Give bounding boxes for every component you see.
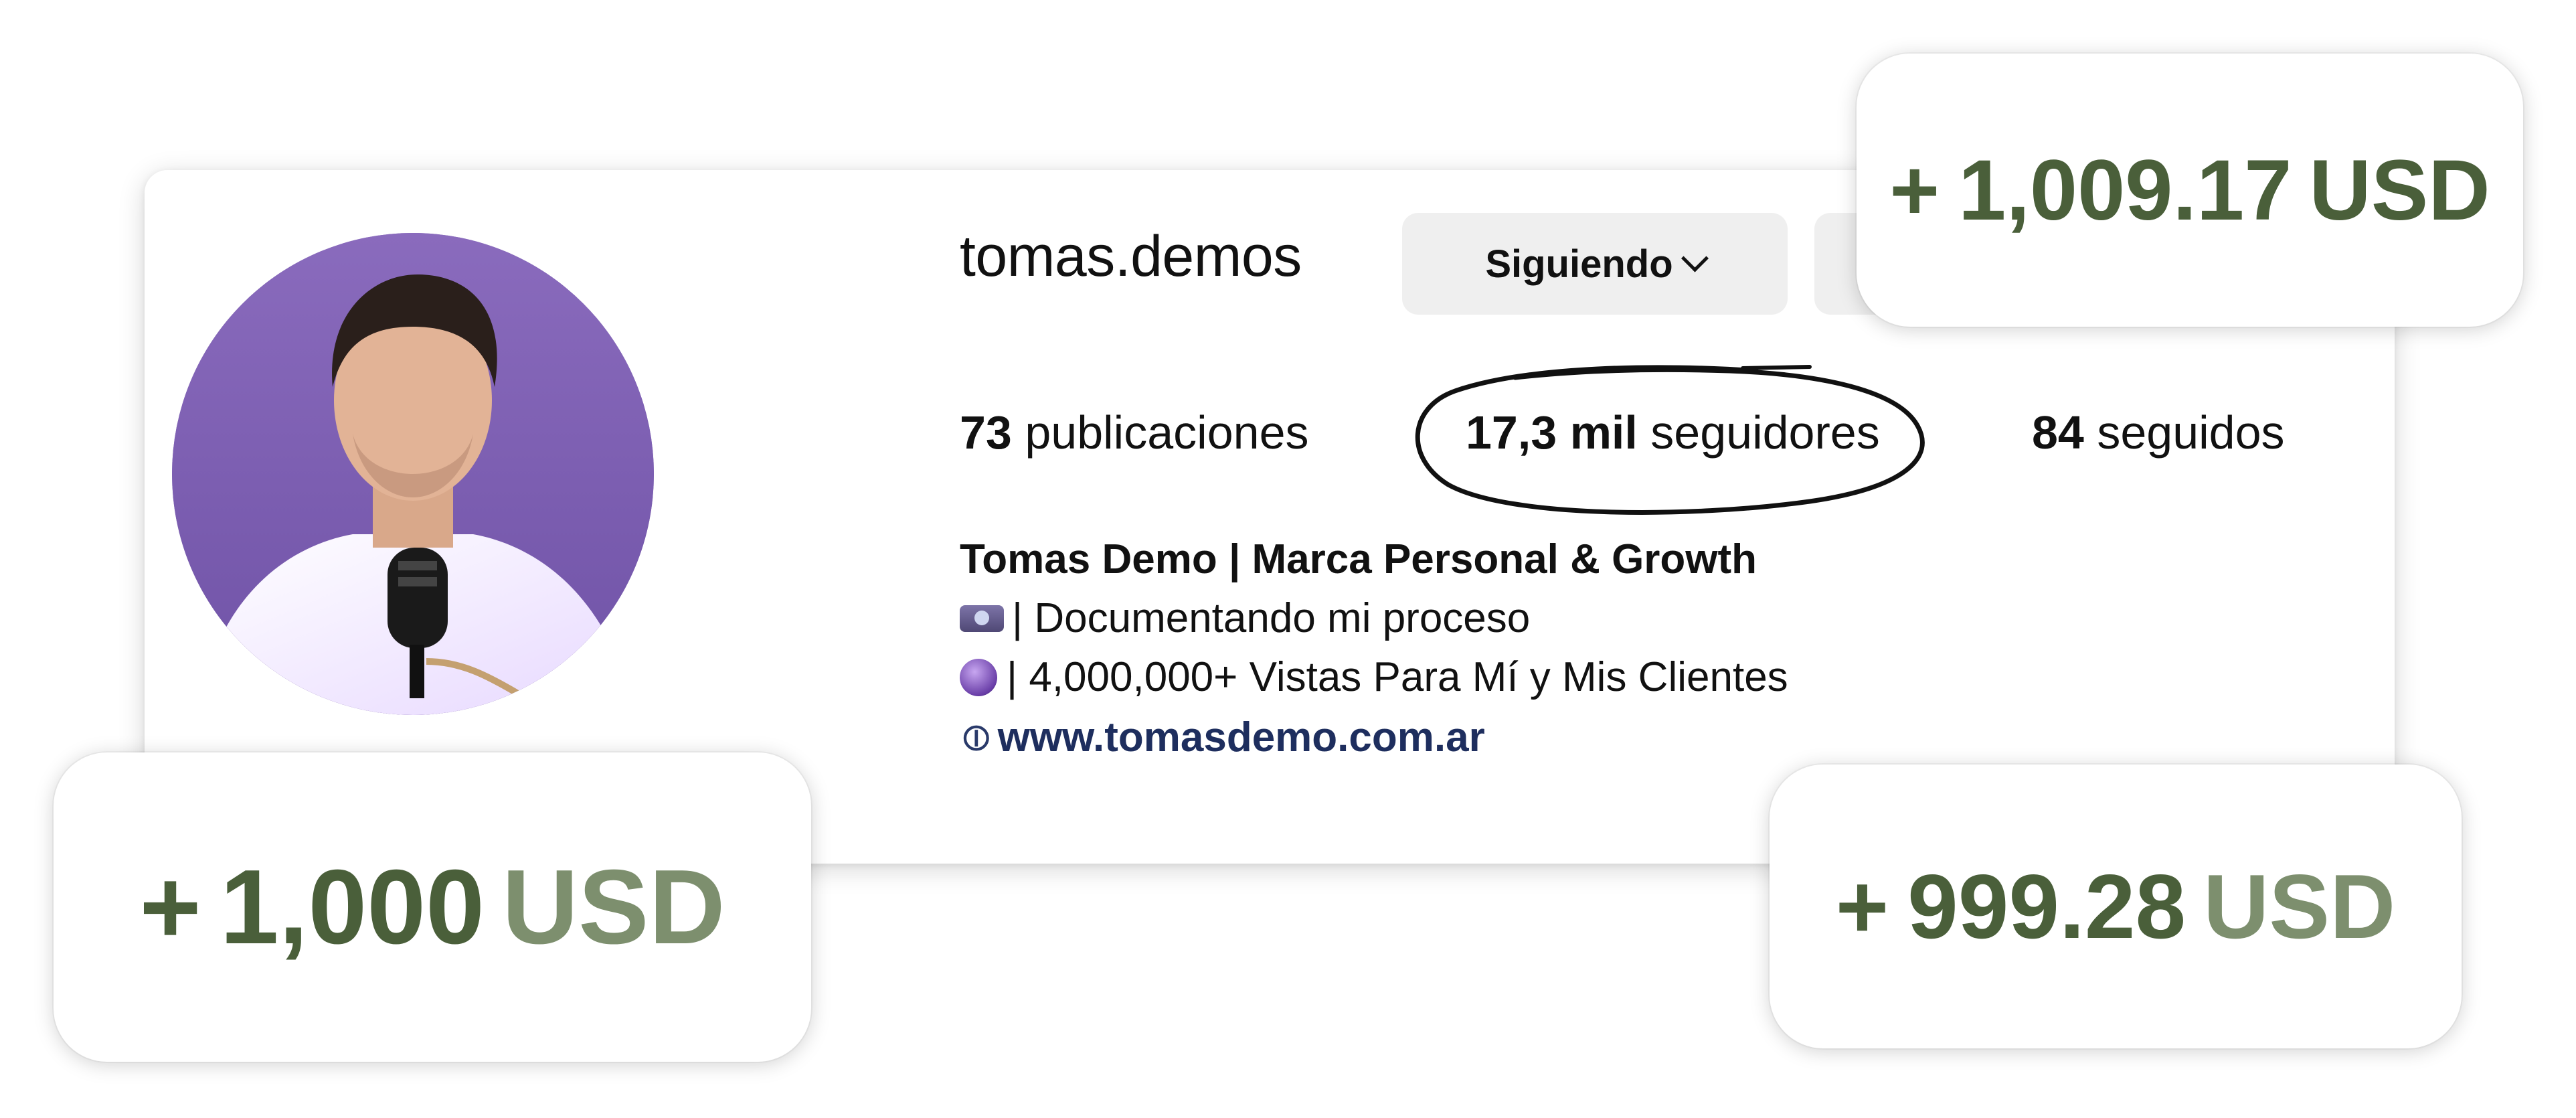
badge-top-plus: + [1889, 142, 1940, 238]
following-button[interactable]: Siguiendo [1402, 213, 1788, 315]
bio-link[interactable]: ⊘ www.tomasdemo.com.ar [949, 708, 1788, 767]
following-button-label: Siguiendo [1485, 242, 1673, 286]
followers-label: seguidores [1650, 406, 1880, 459]
badge-right-amount: 999.28 [1907, 856, 2186, 957]
badge-left-currency: USD [502, 848, 725, 966]
badge-right-plus: + [1835, 856, 1889, 957]
bio-line-1-text: | Documentando mi proceso [1012, 595, 1531, 641]
stat-followers[interactable]: 17,3 mil seguidores [1466, 406, 1880, 459]
bio-name: Tomas Demo | Marca Personal & Growth [960, 536, 1757, 582]
bio-link-text[interactable]: www.tomasdemo.com.ar [998, 708, 1485, 767]
profile-username: tomas.demos [960, 224, 1302, 289]
profile-bio: Tomas Demo | Marca Personal & Growth | D… [949, 530, 1788, 767]
badge-left-plus: + [139, 848, 201, 966]
bio-line-2-text: | 4,000,000+ Vistas Para Mí y Mis Client… [1007, 654, 1788, 700]
profile-avatar[interactable] [172, 233, 654, 715]
posts-count: 73 [960, 406, 1012, 459]
badge-top-amount: 1,009.17 [1958, 142, 2292, 238]
stat-following[interactable]: 84 seguidos [2032, 406, 2285, 459]
earnings-badge-left: + 1,000 USD [54, 752, 811, 1062]
following-count: 84 [2032, 406, 2084, 459]
stat-posts: 73 publicaciones [960, 406, 1309, 459]
bio-line-1: | Documentando mi proceso [960, 589, 1788, 648]
badge-top-currency: USD [2309, 142, 2490, 238]
badge-right-currency: USD [2203, 856, 2396, 957]
following-label: seguidos [2097, 406, 2285, 459]
stage: tomas.demos Siguiendo 73 publicaciones 1… [0, 0, 2576, 1118]
video-camera-icon [960, 605, 1004, 632]
earnings-badge-right: + 999.28 USD [1770, 765, 2462, 1048]
chevron-down-icon [1681, 244, 1709, 272]
bio-line-2: | 4,000,000+ Vistas Para Mí y Mis Client… [960, 648, 1788, 707]
posts-label: publicaciones [1025, 406, 1309, 459]
badge-left-amount: 1,000 [220, 848, 485, 966]
avatar-portrait [172, 233, 654, 715]
earnings-badge-top: + 1,009.17 USD [1857, 54, 2523, 327]
followers-count: 17,3 mil [1466, 406, 1638, 459]
crystal-ball-icon [960, 659, 997, 696]
